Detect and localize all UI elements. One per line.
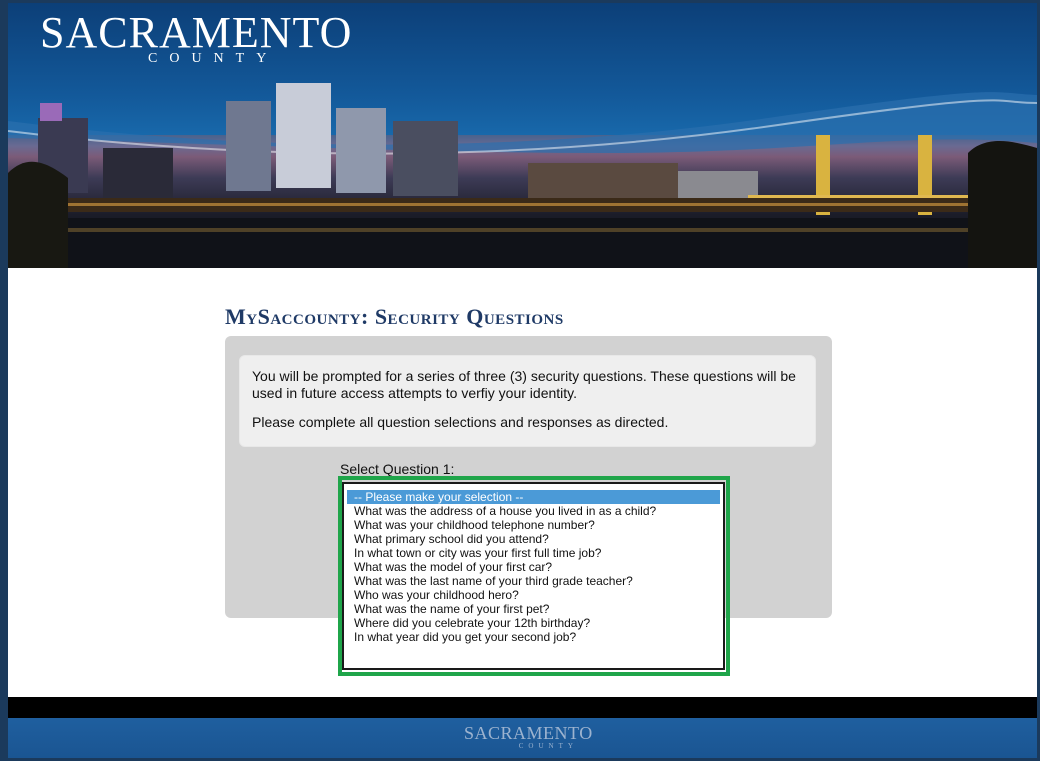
dropdown-option[interactable]: Who was your childhood hero? xyxy=(347,588,720,602)
dropdown-option[interactable]: What was the address of a house you live… xyxy=(347,504,720,518)
dropdown-option[interactable]: What primary school did you attend? xyxy=(347,532,720,546)
dropdown-option[interactable]: Where did you celebrate your 12th birthd… xyxy=(347,616,720,630)
footer-logo-main: SACRAMENTO xyxy=(464,723,593,743)
dropdown-option[interactable]: What was the last name of your third gra… xyxy=(347,574,720,588)
instructions-paragraph-1: You will be prompted for a series of thr… xyxy=(252,368,796,401)
dropdown-option[interactable]: What was the model of your first car? xyxy=(347,560,720,574)
dropdown-option[interactable]: -- Please make your selection -- xyxy=(347,490,720,504)
dropdown-option[interactable]: What was the name of your first pet? xyxy=(347,602,720,616)
page-title: MySaccounty: Security Questions xyxy=(225,304,564,329)
instructions-box: You will be prompted for a series of thr… xyxy=(239,355,816,447)
logo-main-text: SACRAMENTO xyxy=(40,8,353,57)
header-banner: SACRAMENTO COUNTY xyxy=(8,3,1037,268)
footer-logo: SACRAMENTO COUNTY xyxy=(464,724,593,750)
footer-logo-sub: COUNTY xyxy=(518,742,578,750)
question-1-label: Select Question 1: xyxy=(340,461,455,477)
dropdown-option[interactable]: What was your childhood telephone number… xyxy=(347,518,720,532)
dropdown-option[interactable]: In what year did you get your second job… xyxy=(347,630,720,644)
instructions-paragraph-2: Please complete all question selections … xyxy=(252,414,669,430)
dropdown-option[interactable]: In what town or city was your first full… xyxy=(347,546,720,560)
footer-black-bar xyxy=(8,697,1037,718)
county-logo[interactable]: SACRAMENTO COUNTY xyxy=(40,9,352,67)
question-1-dropdown-list[interactable]: -- Please make your selection -- What wa… xyxy=(342,482,725,670)
